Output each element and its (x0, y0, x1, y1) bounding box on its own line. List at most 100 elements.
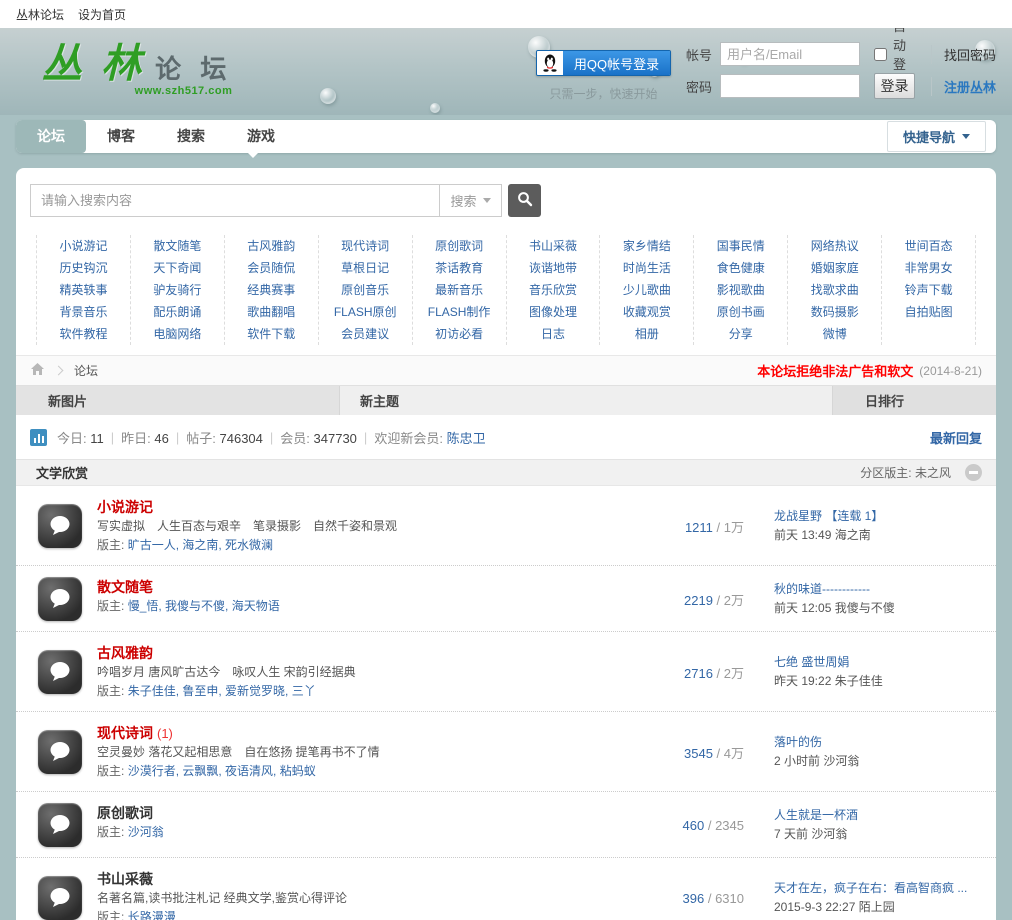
forum-chat-bubble-icon[interactable] (38, 730, 82, 774)
category-link[interactable]: 历史钩沉 (37, 257, 130, 279)
category-link[interactable]: 原创歌词 (413, 235, 506, 257)
find-password-link[interactable]: 找回密码 (930, 44, 996, 64)
category-link[interactable]: 相册 (600, 323, 693, 345)
search-input[interactable] (30, 184, 440, 217)
category-link[interactable]: 现代诗词 (319, 235, 412, 257)
forum-title[interactable]: 原创歌词 (97, 805, 153, 821)
category-link[interactable]: 最新音乐 (413, 279, 506, 301)
category-link[interactable]: 歌曲翻唱 (225, 301, 318, 323)
category-link[interactable]: 天下奇闻 (131, 257, 224, 279)
forum-mods-links[interactable]: 旷古一人, 海之南, 死水微澜 (128, 538, 273, 552)
forum-chat-bubble-icon[interactable] (38, 504, 82, 548)
category-link[interactable]: 家乡情结 (600, 235, 693, 257)
category-link[interactable]: 电脑网络 (131, 323, 224, 345)
forum-mods-links[interactable]: 沙河翁 (128, 825, 164, 839)
category-link[interactable]: 古风雅韵 (225, 235, 318, 257)
category-link[interactable]: 婚姻家庭 (788, 257, 881, 279)
category-link[interactable]: 影视歌曲 (694, 279, 787, 301)
auto-login-checkbox[interactable] (874, 47, 887, 61)
category-link[interactable]: 原创音乐 (319, 279, 412, 301)
login-button[interactable]: 登录 (874, 73, 915, 99)
category-link[interactable]: 微博 (788, 323, 881, 345)
forum-chat-bubble-icon[interactable] (38, 577, 82, 621)
category-link[interactable]: 原创书画 (694, 301, 787, 323)
forum-title[interactable]: 古风雅韵 (97, 645, 153, 661)
category-link[interactable]: 初访必看 (413, 323, 506, 345)
last-post-title[interactable]: 人生就是一杯酒 (774, 806, 982, 825)
last-post-title[interactable]: 七绝 盛世周娟 (774, 653, 982, 672)
set-homepage-link[interactable]: 设为首页 (78, 6, 126, 23)
category-link[interactable]: 收藏观赏 (600, 301, 693, 323)
category-link[interactable]: 时尚生活 (600, 257, 693, 279)
category-link[interactable]: FLASH原创 (319, 301, 412, 323)
category-link[interactable]: FLASH制作 (413, 301, 506, 323)
tab-new-images[interactable]: 新图片 (16, 386, 340, 415)
category-link[interactable]: 非常男女 (882, 257, 975, 279)
nav-tab-game[interactable]: 游戏 (226, 120, 296, 153)
category-link[interactable]: 网络热议 (788, 235, 881, 257)
forum-title[interactable]: 现代诗词 (97, 725, 153, 741)
category-link[interactable]: 日志 (507, 323, 600, 345)
category-link[interactable]: 会员建议 (319, 323, 412, 345)
register-link[interactable]: 注册丛林 (930, 76, 996, 96)
latest-reply-link[interactable]: 最新回复 (930, 428, 982, 447)
category-link[interactable]: 背景音乐 (37, 301, 130, 323)
forum-title[interactable]: 书山采薇 (97, 871, 153, 887)
search-button[interactable] (508, 184, 541, 217)
tab-daily-rank[interactable]: 日排行 (832, 386, 996, 415)
last-post-title[interactable]: 龙战星野 【连载 1】 (774, 507, 982, 526)
category-link[interactable]: 世间百态 (882, 235, 975, 257)
category-link[interactable]: 会员随侃 (225, 257, 318, 279)
category-link[interactable]: 音乐欣赏 (507, 279, 600, 301)
home-icon[interactable] (30, 362, 45, 379)
category-link[interactable]: 驴友骑行 (131, 279, 224, 301)
forum-mods-links[interactable]: 慢_悟, 我傻与不傻, 海天物语 (128, 599, 280, 613)
category-link[interactable]: 软件下载 (225, 323, 318, 345)
password-input[interactable] (720, 74, 860, 98)
category-link[interactable]: 铃声下载 (882, 279, 975, 301)
category-link[interactable]: 少儿歌曲 (600, 279, 693, 301)
new-member-link[interactable]: 陈忠卫 (447, 431, 486, 446)
nav-tab-search[interactable]: 搜索 (156, 120, 226, 153)
tab-new-topics[interactable]: 新主题 (340, 386, 832, 415)
forum-chat-bubble-icon[interactable] (38, 803, 82, 847)
category-link[interactable]: 精英轶事 (37, 279, 130, 301)
category-link[interactable]: 找歌求曲 (788, 279, 881, 301)
forum-title[interactable]: 散文随笔 (97, 579, 153, 595)
last-post-title[interactable]: 天才在左，疯子在右：看高智商疯 ... (774, 879, 982, 898)
category-link[interactable]: 小说游记 (37, 235, 130, 257)
category-link[interactable]: 茶话教育 (413, 257, 506, 279)
account-input[interactable] (720, 42, 860, 66)
last-post-title[interactable]: 秋的味道------------ (774, 580, 982, 599)
forum-title[interactable]: 小说游记 (97, 499, 153, 515)
last-post-title[interactable]: 落叶的伤 (774, 733, 982, 752)
site-logo[interactable]: 丛 林 论 坛 www.szh517.com (42, 44, 232, 97)
qq-login-button[interactable]: 用QQ帐号登录 (536, 50, 671, 76)
site-name-link[interactable]: 丛林论坛 (16, 6, 64, 23)
collapse-section-button[interactable] (965, 464, 982, 481)
category-link[interactable]: 国事民情 (694, 235, 787, 257)
forum-mods-links[interactable]: 长路漫漫 (128, 910, 176, 920)
category-link[interactable]: 经典赛事 (225, 279, 318, 301)
category-link[interactable]: 图像处理 (507, 301, 600, 323)
category-link[interactable]: 书山采薇 (507, 235, 600, 257)
forum-chat-bubble-icon[interactable] (38, 650, 82, 694)
category-link[interactable]: 分享 (694, 323, 787, 345)
search-scope-select[interactable]: 搜索 (440, 184, 502, 217)
nav-tab-blog[interactable]: 博客 (86, 120, 156, 153)
nav-tab-forum[interactable]: 论坛 (16, 120, 86, 153)
forum-mods-links[interactable]: 朱子佳佳, 鲁至申, 爱新觉罗晓, 三丫 (128, 684, 316, 698)
forum-mods-links[interactable]: 沙漠行者, 云飘飘, 夜语清风, 粘蚂蚁 (128, 764, 316, 778)
category-link[interactable]: 自拍贴图 (882, 301, 975, 323)
category-link[interactable]: 食色健康 (694, 257, 787, 279)
quick-nav-button[interactable]: 快捷导航 (886, 121, 986, 152)
forum-chat-bubble-icon[interactable] (38, 876, 82, 920)
breadcrumb-forum-link[interactable]: 论坛 (74, 362, 98, 379)
category-link[interactable]: 诙谐地带 (507, 257, 600, 279)
category-link[interactable]: 软件教程 (37, 323, 130, 345)
category-link[interactable]: 散文随笔 (131, 235, 224, 257)
section-moderator-link[interactable]: 未之风 (915, 466, 951, 480)
category-link[interactable]: 草根日记 (319, 257, 412, 279)
category-link[interactable]: 配乐朗诵 (131, 301, 224, 323)
category-link[interactable]: 数码摄影 (788, 301, 881, 323)
